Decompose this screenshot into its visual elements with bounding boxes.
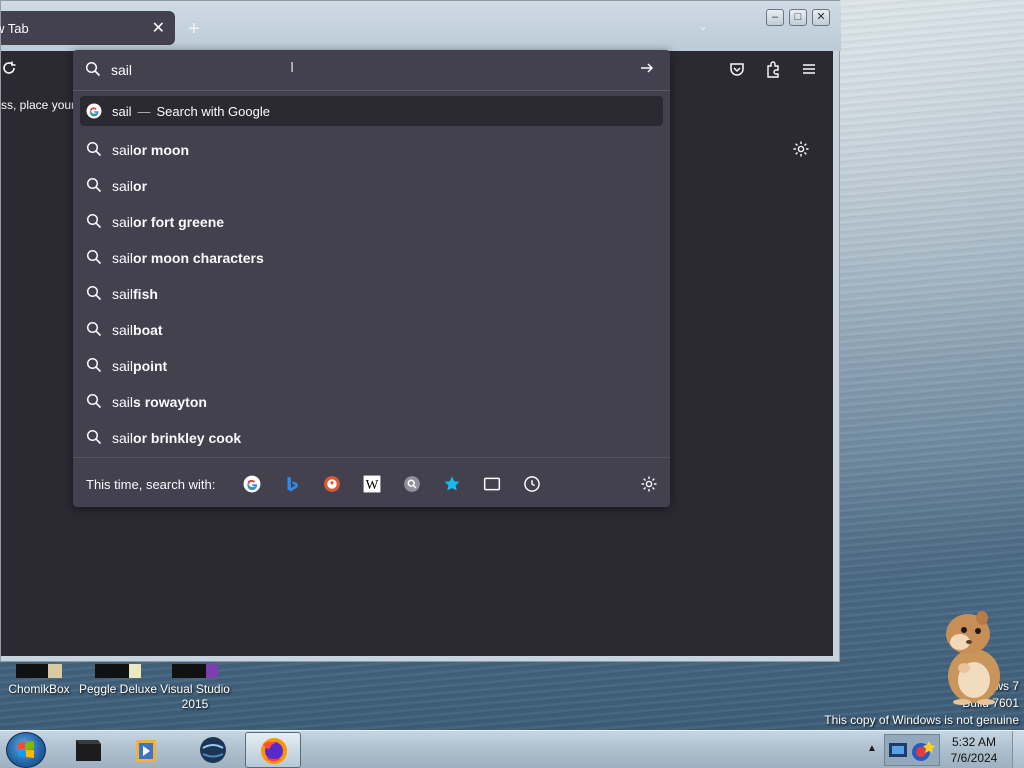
suggestion-action: Search with Google	[156, 104, 270, 119]
google-icon	[86, 103, 102, 119]
gear-icon[interactable]	[792, 140, 812, 160]
taskbar-app-globe[interactable]	[185, 732, 241, 768]
tray-overflow-icon[interactable]: ▲	[867, 743, 877, 754]
tabs-icon[interactable]	[483, 475, 501, 493]
peggle-icon	[95, 664, 141, 678]
suggestion-completion: or	[133, 178, 148, 194]
suggestion-typed: sail	[112, 286, 134, 302]
suggestion-completion: fish	[133, 286, 158, 302]
close-window-button[interactable]: ✕	[812, 9, 830, 26]
search-icon	[86, 429, 102, 445]
visual-studio-icon	[172, 664, 218, 678]
suggestion-list: sail — Search with Google sailor moon sail…	[80, 96, 663, 456]
suggestion-completion: or moon	[133, 142, 190, 158]
suggestion-item[interactable]: sailfish	[80, 276, 663, 312]
desktop-icon-label: Peggle Deluxe	[78, 682, 158, 696]
suggestion-typed: sail	[112, 214, 134, 230]
urlbar-dropdown: sail I sail — Search with Google sailor mo…	[73, 50, 670, 507]
arrow-right-icon[interactable]	[639, 60, 655, 81]
suggestion-item[interactable]: sailor brinkley cook	[80, 420, 663, 456]
one-off-search-bar: This time, search with: W	[73, 457, 670, 507]
suggestion-typed: sail	[112, 430, 134, 446]
search-icon	[86, 285, 102, 301]
suggestion-typed: sail	[112, 394, 134, 410]
search-engine-icon[interactable]	[403, 475, 421, 493]
tab-close-button[interactable]: ✕	[152, 18, 165, 38]
suggestion-typed: sail	[112, 142, 134, 158]
suggestion-item[interactable]: sails rowayton	[80, 384, 663, 420]
suggestion-item[interactable]: sailor	[80, 168, 663, 204]
taskbar-app-media-player[interactable]	[120, 732, 176, 768]
bookmarks-hint: ss, place your l	[1, 98, 82, 112]
genuine-warning: This copy of Windows is not genuine	[824, 713, 1019, 727]
suggestion-completion: or brinkley cook	[133, 430, 242, 446]
minimize-button[interactable]: –	[766, 9, 784, 26]
new-tab-button[interactable]: +	[188, 18, 200, 41]
suggestion-typed: sail	[112, 322, 134, 338]
suggestion-completion: or fort greene	[133, 214, 225, 230]
desktop-icon-peggle-deluxe[interactable]: Peggle Deluxe	[78, 664, 158, 696]
tab-new-tab[interactable]: w Tab ✕	[0, 11, 175, 45]
clock-time: 5:32 AM	[951, 735, 997, 749]
desktop-icon-chomikbox[interactable]: ChomikBox	[4, 664, 74, 696]
taskbar-app-firefox[interactable]	[245, 732, 301, 768]
urlbar-input[interactable]: sail I	[73, 50, 670, 90]
suggestion-completion: or moon characters	[133, 250, 264, 266]
suggestion-typed: sail	[112, 250, 134, 266]
google-icon[interactable]	[243, 475, 261, 493]
urlbar-query[interactable]: sail	[111, 62, 132, 78]
search-icon	[86, 213, 102, 229]
search-icon	[86, 357, 102, 373]
suggestion-completion: s rowayton	[133, 394, 207, 410]
search-icon	[86, 177, 102, 193]
taskbar-app-dark-box[interactable]	[60, 732, 116, 768]
tray-app-icon[interactable]	[884, 734, 940, 766]
history-icon[interactable]	[523, 475, 541, 493]
app-menu-icon[interactable]	[800, 60, 820, 80]
suggestion-typed: sail	[112, 104, 132, 119]
divider	[73, 90, 670, 91]
search-icon	[86, 321, 102, 337]
suggestion-item[interactable]: sailboat	[80, 312, 663, 348]
one-off-label: This time, search with:	[86, 477, 216, 492]
tab-title: w Tab	[0, 21, 29, 36]
desktop-icon-label: Visual Studio 2015	[160, 682, 230, 711]
search-icon	[85, 61, 101, 82]
duckduckgo-icon[interactable]	[323, 475, 341, 493]
search-icon	[86, 393, 102, 409]
pocket-icon[interactable]	[728, 60, 748, 80]
reload-icon[interactable]	[1, 60, 17, 81]
gear-icon[interactable]	[640, 475, 658, 493]
bookmarks-icon[interactable]	[443, 475, 461, 493]
extensions-icon[interactable]	[764, 60, 784, 80]
suggestion-item[interactable]: sailor fort greene	[80, 204, 663, 240]
wikipedia-glyph: W	[366, 477, 379, 492]
system-clock[interactable]: 5:32 AM 7/6/2024	[942, 734, 1006, 766]
suggestion-completion: point	[133, 358, 168, 374]
suggestion-search-google[interactable]: sail — Search with Google	[80, 96, 663, 126]
start-button[interactable]	[6, 732, 46, 768]
suggestion-typed: sail	[112, 358, 134, 374]
list-all-tabs-icon[interactable]: ⌄	[698, 19, 708, 33]
hamster-desktop-pet[interactable]	[938, 606, 1008, 706]
suggestion-item[interactable]: sailpoint	[80, 348, 663, 384]
maximize-button[interactable]: □	[789, 9, 807, 26]
search-icon	[86, 141, 102, 157]
title-bar[interactable]: w Tab ✕ + ⌄ – □ ✕	[0, 1, 841, 51]
desktop-icon-visual-studio[interactable]: Visual Studio 2015	[157, 664, 233, 712]
wikipedia-icon[interactable]: W	[363, 475, 381, 493]
chomikbox-icon	[16, 664, 62, 678]
suggestion-item[interactable]: sailor moon	[80, 132, 663, 168]
suggestion-item[interactable]: sailor moon characters	[80, 240, 663, 276]
show-desktop-button[interactable]	[1012, 731, 1024, 768]
desktop-icon-label: ChomikBox	[8, 682, 70, 696]
bing-icon[interactable]	[283, 475, 301, 493]
taskbar: ▲ 5:32 AM 7/6/2024	[0, 730, 1024, 768]
clock-date: 7/6/2024	[950, 751, 998, 765]
suggestion-completion: boat	[133, 322, 163, 338]
suggestion-typed: sail	[112, 178, 134, 194]
search-icon	[86, 249, 102, 265]
suggestion-dash: —	[137, 104, 151, 119]
text-cursor-icon: I	[290, 59, 295, 76]
